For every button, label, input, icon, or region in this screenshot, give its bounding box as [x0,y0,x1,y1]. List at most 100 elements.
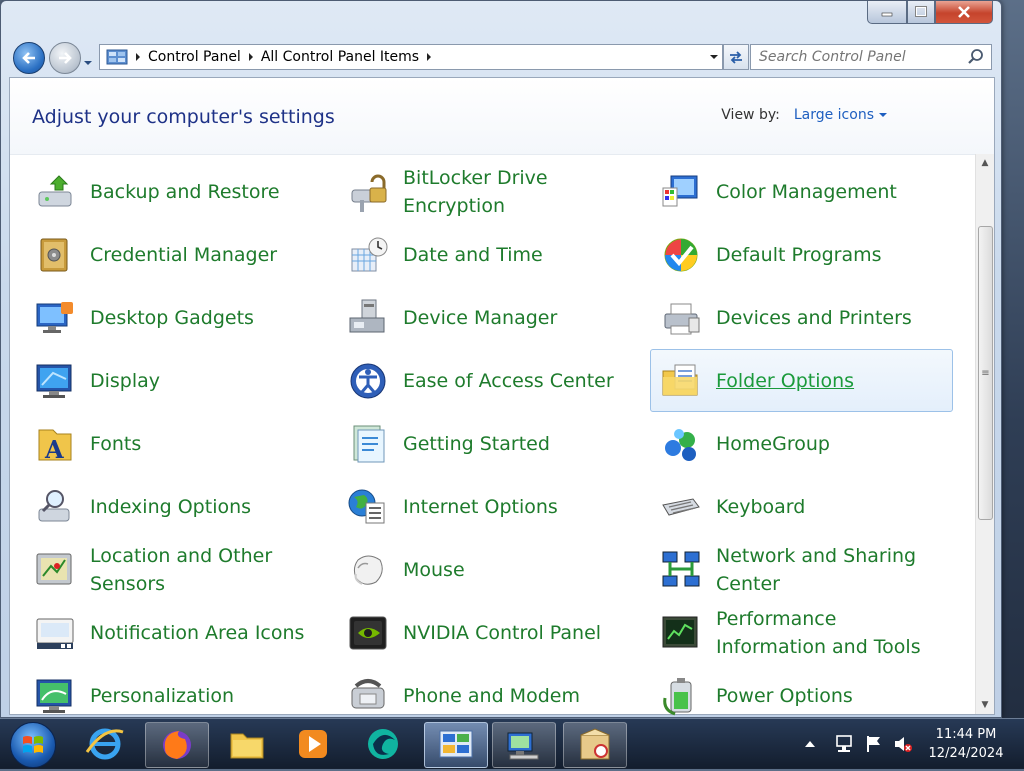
breadcrumb-control-panel[interactable]: Control Panel [148,49,241,65]
content-header: Adjust your computer's settings View by:… [10,78,994,155]
item-folder-options[interactable]: Folder Options [650,349,953,412]
item-internet-options[interactable]: Internet Options [337,475,640,538]
item-label: Devices and Printers [716,306,912,329]
item-label: Network and Sharing Center [716,544,917,595]
address-bar[interactable]: Control Panel All Control Panel Items [99,44,723,70]
nvidia-icon [346,611,390,655]
item-label: Phone and Modem [403,684,580,707]
item-getting-started[interactable]: Getting Started [337,412,640,475]
item-date-and-time[interactable]: Date and Time [337,223,640,286]
clock-date: 12/24/2024 [928,746,1004,761]
item-color-management[interactable]: Color Management [650,160,953,223]
recent-pages-button[interactable] [83,53,93,65]
item-device-manager[interactable]: Device Manager [337,286,640,349]
start-button[interactable] [10,722,56,768]
item-display[interactable]: Display [24,349,327,412]
item-nvidia-control-panel[interactable]: NVIDIA Control Panel [337,601,640,664]
color-management-icon [659,170,703,214]
clock-time: 11:44 PM [935,727,997,742]
bitlocker-icon [346,170,390,214]
close-icon [958,6,970,18]
item-homegroup[interactable]: HomeGroup [650,412,953,475]
item-backup-and-restore[interactable]: Backup and Restore [24,160,327,223]
breadcrumb-separator[interactable] [134,45,142,69]
clock[interactable]: 11:44 PM 12/24/2024 [920,725,1012,763]
back-arrow-icon [22,52,35,64]
item-ease-of-access-center[interactable]: Ease of Access Center [337,349,640,412]
item-indexing-options[interactable]: Indexing Options [24,475,327,538]
minimize-button[interactable] [867,1,907,24]
taskbar-app-explorer-folder[interactable] [216,722,278,766]
refresh-button[interactable] [723,44,749,70]
action-center-flag-icon[interactable] [864,734,884,754]
breadcrumb-all-items[interactable]: All Control Panel Items [261,49,419,65]
breadcrumb-separator[interactable] [425,45,433,69]
navigation-bar: Control Panel All Control Panel Items [9,39,993,74]
item-label: Personalization [90,684,235,707]
item-location-and-other-sensors[interactable]: Location and Other Sensors [24,538,327,601]
item-network-and-sharing-center[interactable]: Network and Sharing Center [650,538,953,601]
item-label: Power Options [716,684,853,707]
network-icon [659,548,703,592]
date-time-icon [346,233,390,277]
item-label: Color Management [716,180,897,203]
forward-button[interactable] [49,42,81,74]
maximize-button[interactable] [907,1,935,24]
taskbar-app-firefox[interactable] [145,722,209,768]
indexing-icon [33,485,77,529]
printer-icon [659,296,703,340]
item-credential-manager[interactable]: Credential Manager [24,223,327,286]
network-tray-icon[interactable] [834,734,856,754]
chevron-down-icon[interactable] [878,111,888,119]
close-button[interactable] [935,1,993,24]
taskbar-app-control-panel[interactable] [424,722,488,768]
item-keyboard[interactable]: Keyboard [650,475,953,538]
page-title: Adjust your computer's settings [32,106,335,128]
taskbar-app-media-player[interactable] [282,722,344,766]
keyboard-icon [659,485,703,529]
media-player-icon [299,730,327,758]
search-box[interactable] [750,44,992,70]
system-tray [800,719,914,769]
item-label: Desktop Gadgets [90,306,254,329]
item-mouse[interactable]: Mouse [337,538,640,601]
volume-muted-icon[interactable] [892,734,914,754]
view-by-dropdown[interactable]: Large icons [794,107,874,123]
back-button[interactable] [13,42,45,74]
control-panel-small-icon [106,49,128,65]
device-manager-icon [346,296,390,340]
power-options-icon [659,674,703,718]
taskbar-app-internet-explorer[interactable] [74,722,136,766]
breadcrumb-separator[interactable] [247,45,255,69]
item-label: Date and Time [403,243,543,266]
taskbar-app-package-app[interactable] [563,722,627,768]
item-label: Folder Options [716,369,855,392]
scroll-down-button[interactable]: ▼ [976,696,994,714]
refresh-icon [730,51,742,64]
search-input[interactable] [751,48,967,66]
item-devices-and-printers[interactable]: Devices and Printers [650,286,953,349]
taskbar-app-network-app[interactable] [492,722,556,768]
minimize-icon [881,12,893,17]
item-desktop-gadgets[interactable]: Desktop Gadgets [24,286,327,349]
scroll-up-button[interactable]: ▲ [976,154,994,172]
scroll-thumb[interactable]: ≡ [978,226,993,520]
item-label: Backup and Restore [90,180,280,203]
vertical-scrollbar[interactable]: ▲ ≡ ▼ [975,154,994,714]
show-hidden-icons-icon[interactable] [804,739,816,749]
item-fonts[interactable]: A Fonts [24,412,327,475]
taskbar-app-browser[interactable] [352,722,414,766]
chevron-down-icon [710,55,718,59]
search-icon[interactable] [967,48,985,66]
item-label: Mouse [403,558,465,581]
network-app-icon [507,732,539,760]
address-history-dropdown[interactable] [706,53,722,61]
item-label: Ease of Access Center [403,369,614,392]
item-performance-information-and-tools[interactable]: Performance Information and Tools [650,601,953,664]
chevron-right-icon [248,53,253,61]
item-default-programs[interactable]: Default Programs [650,223,953,286]
backup-icon [33,170,77,214]
mouse-icon [346,548,390,592]
item-bitlocker-drive-encryption[interactable]: BitLocker Drive Encryption [337,160,640,223]
item-notification-area-icons[interactable]: Notification Area Icons [24,601,327,664]
